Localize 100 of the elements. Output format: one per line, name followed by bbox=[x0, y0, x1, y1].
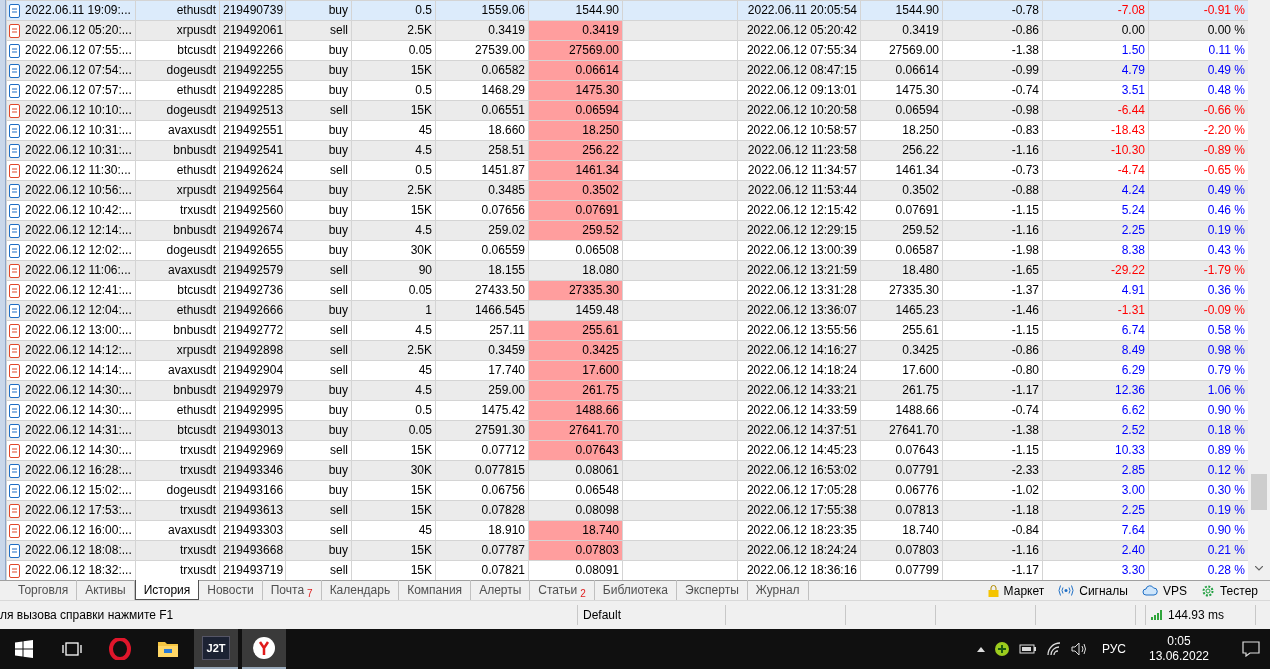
table-cell-text: 2022.06.12 12:14:... bbox=[25, 222, 132, 239]
table-cell-text: 2022.06.12 10:31:... bbox=[25, 122, 132, 139]
table-cell-text: 2022.06.12 11:06:... bbox=[25, 262, 131, 279]
tab[interactable]: История bbox=[134, 580, 200, 600]
table-cell-text: 2022.06.12 12:04:... bbox=[25, 302, 132, 319]
clock-time[interactable]: 0:05 bbox=[1167, 634, 1191, 649]
table-cell: 15K bbox=[351, 60, 436, 81]
plus-circle-icon[interactable] bbox=[993, 641, 1010, 657]
table-cell: 0.3459 bbox=[435, 340, 529, 361]
table-cell: dogeusdt bbox=[135, 480, 220, 501]
table-cell: 1544.90 bbox=[528, 0, 623, 21]
table-cell-text: 2022.06.12 10:10:... bbox=[25, 102, 132, 119]
table-cell: 219492969 bbox=[219, 440, 286, 461]
table-cell: bnbusdt bbox=[135, 380, 220, 401]
table-cell: btcusdt bbox=[135, 420, 220, 441]
table-cell: 0.5 bbox=[351, 160, 436, 181]
table-cell: 2022.06.12 12:15:42 bbox=[737, 200, 861, 221]
table-cell: sell bbox=[285, 320, 352, 341]
table-cell: 2.5K bbox=[351, 340, 436, 361]
table-cell: 6.74 bbox=[1042, 320, 1149, 341]
table-cell: 0.3419 bbox=[860, 20, 943, 41]
scroll-down-icon[interactable] bbox=[1255, 566, 1263, 571]
table-cell: 2022.06.12 13:21:59 bbox=[737, 260, 861, 281]
table-cell: 219492266 bbox=[219, 40, 286, 61]
table-cell: 1 bbox=[351, 300, 436, 321]
battery-icon[interactable] bbox=[1018, 643, 1037, 655]
clock-date[interactable]: 13.06.2022 bbox=[1148, 649, 1210, 664]
table-cell: avaxusdt bbox=[135, 260, 220, 281]
table-cell-text: 2022.06.12 14:30:... bbox=[25, 402, 132, 419]
table-cell: 18.080 bbox=[528, 260, 623, 281]
table-cell: buy bbox=[285, 60, 352, 81]
table-cell: 2022.06.12 10:20:58 bbox=[737, 100, 861, 121]
table-cell: -0.80 bbox=[942, 360, 1043, 381]
table-cell: -1.16 bbox=[942, 220, 1043, 241]
table-cell: 0.06756 bbox=[435, 480, 529, 501]
table-cell: 4.5 bbox=[351, 320, 436, 341]
table-cell: 2022.06.12 10:58:57 bbox=[737, 120, 861, 141]
table-cell: 0.5 bbox=[351, 400, 436, 421]
table-cell: 27539.00 bbox=[435, 40, 529, 61]
table-cell: 259.02 bbox=[435, 220, 529, 241]
table-cell: -1.46 bbox=[942, 300, 1043, 321]
table-cell-text: 2022.06.12 15:02:... bbox=[25, 482, 132, 499]
table-cell-text: 2022.06.12 18:08:... bbox=[25, 542, 132, 559]
ring-logo-icon bbox=[109, 638, 131, 660]
table-cell: buy bbox=[285, 40, 352, 61]
table-cell: 15K bbox=[351, 500, 436, 521]
toolbar-link[interactable]: Маркет bbox=[987, 581, 1045, 600]
table-cell: 4.5 bbox=[351, 220, 436, 241]
table-cell: 0.07656 bbox=[435, 200, 529, 221]
table-cell: 0.07803 bbox=[860, 540, 943, 561]
taskbar-app[interactable] bbox=[242, 629, 286, 669]
table-cell: 0.3502 bbox=[860, 180, 943, 201]
scrollbar-thumb[interactable] bbox=[1251, 474, 1267, 510]
table-cell: bnbusdt bbox=[135, 320, 220, 341]
table-cell: 1475.30 bbox=[860, 80, 943, 101]
table-cell: 0.077815 bbox=[435, 460, 529, 481]
y-logo-icon bbox=[252, 636, 276, 660]
table-cell: 1559.06 bbox=[435, 0, 529, 21]
toolbar-link[interactable]: Тестер bbox=[1200, 581, 1258, 600]
table-cell: -0.86 bbox=[942, 20, 1043, 41]
table-cell: -1.38 bbox=[942, 420, 1043, 441]
taskbar-app[interactable]: J2T bbox=[194, 629, 238, 669]
table-cell: -29.22 bbox=[1042, 260, 1149, 281]
scrollbar[interactable] bbox=[1248, 0, 1270, 580]
table-cell: 17.740 bbox=[435, 360, 529, 381]
table-cell: 17.600 bbox=[860, 360, 943, 381]
table-cell: buy bbox=[285, 180, 352, 201]
table-cell: -10.30 bbox=[1042, 140, 1149, 161]
speaker-icon[interactable] bbox=[1070, 642, 1089, 656]
table-cell: 258.51 bbox=[435, 140, 529, 161]
table-cell: buy bbox=[285, 80, 352, 101]
table-cell: 1466.545 bbox=[435, 300, 529, 321]
language-indicator[interactable]: РУС bbox=[1097, 640, 1130, 658]
table-cell: -2.33 bbox=[942, 460, 1043, 481]
table-cell: -1.18 bbox=[942, 500, 1043, 521]
table-cell-text: 2022.06.12 16:28:... bbox=[25, 462, 132, 479]
table-cell: avaxusdt bbox=[135, 360, 220, 381]
table-cell: 256.22 bbox=[860, 140, 943, 161]
table-cell: 6.29 bbox=[1042, 360, 1149, 381]
wifi-icon[interactable] bbox=[1045, 642, 1062, 656]
notification-icon[interactable] bbox=[1242, 641, 1260, 657]
toolbar-link[interactable]: VPS bbox=[1141, 581, 1187, 600]
table-cell: 259.00 bbox=[435, 380, 529, 401]
table-cell: -1.37 bbox=[942, 280, 1043, 301]
table-cell: 1475.42 bbox=[435, 400, 529, 421]
table-cell: 7.64 bbox=[1042, 520, 1149, 541]
table-cell: 2.40 bbox=[1042, 540, 1149, 561]
gear-icon bbox=[1200, 583, 1215, 598]
table-cell: -0.88 bbox=[942, 180, 1043, 201]
table-cell: 2022.06.12 14:16:27 bbox=[737, 340, 861, 361]
table-cell: 2022.06.12 17:55:38 bbox=[737, 500, 861, 521]
table-cell: 30K bbox=[351, 460, 436, 481]
toolbar-link[interactable]: Сигналы bbox=[1058, 581, 1128, 600]
table-cell: ethusdt bbox=[135, 400, 220, 421]
table-cell: -0.98 bbox=[942, 100, 1043, 121]
table-cell: trxusdt bbox=[135, 200, 220, 221]
table-cell: buy bbox=[285, 420, 352, 441]
table-cell: 0.00 bbox=[1042, 20, 1149, 41]
caret-up-icon[interactable] bbox=[976, 646, 985, 652]
table-cell: 1468.29 bbox=[435, 80, 529, 101]
